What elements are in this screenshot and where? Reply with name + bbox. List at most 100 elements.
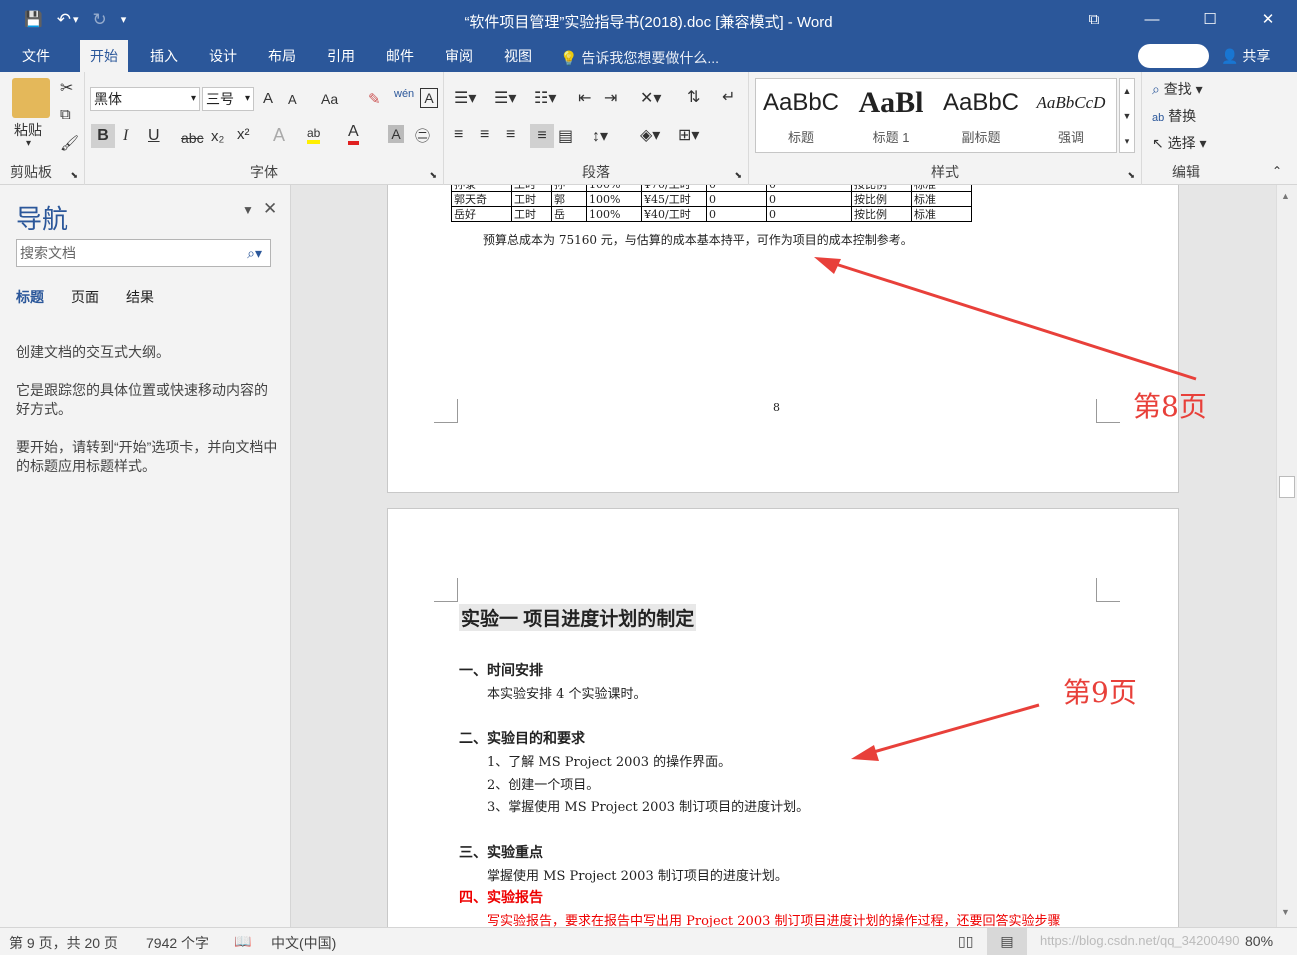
- account-button[interactable]: [1138, 44, 1209, 68]
- scroll-up-icon[interactable]: ▲: [1281, 191, 1290, 201]
- clipboard-launcher-icon[interactable]: ⬊: [70, 170, 78, 181]
- strikethrough-button[interactable]: abc: [181, 130, 204, 146]
- nav-search-input[interactable]: 搜索文档 ⌕▾: [16, 239, 271, 267]
- character-shading-icon[interactable]: A: [388, 125, 404, 143]
- align-right-icon[interactable]: ≡: [506, 126, 515, 144]
- proofing-icon[interactable]: 📖: [234, 933, 251, 950]
- style-subtitle[interactable]: AaBbC 副标题: [936, 79, 1026, 154]
- tab-review[interactable]: 审阅: [435, 40, 483, 72]
- cut-icon[interactable]: ✂: [60, 78, 73, 98]
- font-size-value: 三号: [206, 91, 234, 107]
- distributed-icon[interactable]: ▤: [558, 126, 573, 146]
- change-case-button[interactable]: Aa: [321, 91, 338, 107]
- show-formatting-icon[interactable]: ↵: [722, 87, 735, 107]
- maximize-icon[interactable]: ☐: [1181, 0, 1239, 40]
- italic-button[interactable]: I: [123, 127, 128, 145]
- justify-icon[interactable]: ≡: [530, 124, 554, 148]
- tab-home[interactable]: 开始: [80, 40, 128, 73]
- sort-icon[interactable]: ⇅: [687, 87, 700, 107]
- decrease-indent-icon[interactable]: ⇤: [578, 88, 591, 108]
- save-icon[interactable]: 💾: [24, 9, 43, 31]
- tab-view[interactable]: 视图: [494, 40, 542, 72]
- tab-references[interactable]: 引用: [317, 40, 365, 72]
- line-spacing-icon[interactable]: ↕▾: [592, 126, 608, 146]
- close-icon[interactable]: ✕: [1239, 0, 1297, 40]
- paste-icon[interactable]: [12, 78, 50, 118]
- read-mode-icon[interactable]: ▯▯: [958, 933, 973, 950]
- style-name: 标题 1: [872, 130, 910, 145]
- tell-me-box[interactable]: 💡 告诉我您想要做什么...: [560, 48, 719, 68]
- bullets-icon[interactable]: ☰▾: [454, 88, 476, 108]
- scroll-down-icon[interactable]: ▼: [1281, 907, 1290, 917]
- zoom-level[interactable]: 80%: [1245, 933, 1273, 949]
- search-icon[interactable]: ⌕▾: [247, 240, 262, 266]
- shading-icon[interactable]: ◈▾: [640, 125, 660, 145]
- share-button[interactable]: 👤 共享: [1213, 40, 1278, 72]
- customize-qat-icon[interactable]: ▾: [121, 9, 127, 31]
- styles-gallery: AaBbC 标题 AaBl 标题 1 AaBbC 副标题 AaBbCcD 强调: [755, 78, 1117, 153]
- annotation-page8: 第8页: [1133, 390, 1207, 423]
- multilevel-list-icon[interactable]: ☷▾: [534, 88, 556, 108]
- bold-button[interactable]: B: [91, 124, 115, 148]
- nav-tab-headings[interactable]: 标题: [16, 287, 44, 307]
- tab-mailings[interactable]: 邮件: [376, 40, 424, 72]
- subscript-button[interactable]: x₂: [211, 128, 224, 145]
- styles-launcher-icon[interactable]: ⬊: [1127, 170, 1135, 181]
- scroll-thumb[interactable]: [1279, 476, 1295, 498]
- undo-dropdown-icon[interactable]: ▾: [73, 9, 79, 31]
- tab-layout[interactable]: 布局: [258, 40, 306, 72]
- style-heading-1[interactable]: AaBl 标题 1: [846, 79, 936, 154]
- select-button[interactable]: ↖ 选择 ▾: [1152, 133, 1207, 153]
- style-title[interactable]: AaBbC 标题: [756, 79, 846, 154]
- font-launcher-icon[interactable]: ⬊: [429, 170, 437, 181]
- clipboard-group: 粘贴 ▾ ✂ ⧉ 🖌 剪贴板 ⬊: [0, 72, 85, 185]
- document-area[interactable]: 孙录工时孙100%¥70/工时00按比例标准郭天奇工时郭100%¥45/工时00…: [291, 185, 1276, 927]
- language[interactable]: 中文(中国): [271, 933, 336, 953]
- minimize-icon[interactable]: —: [1123, 0, 1181, 40]
- format-painter-icon[interactable]: 🖌: [60, 134, 79, 152]
- underline-button[interactable]: U: [148, 127, 160, 145]
- highlight-button[interactable]: ab: [307, 126, 321, 144]
- annotation-page9: 第9页: [1063, 676, 1137, 709]
- clear-formatting-icon[interactable]: ✎: [368, 90, 381, 108]
- paragraph-launcher-icon[interactable]: ⬊: [734, 170, 742, 181]
- font-name-select[interactable]: 黑体 ▾: [90, 87, 200, 111]
- nav-options-icon[interactable]: ▼: [242, 203, 254, 217]
- redo-icon[interactable]: ↻: [92, 9, 106, 31]
- nav-tab-pages[interactable]: 页面: [71, 287, 99, 307]
- vertical-scrollbar[interactable]: ▲ ▼: [1276, 185, 1297, 927]
- shrink-font-button[interactable]: A: [288, 92, 297, 107]
- numbering-icon[interactable]: ☰▾: [494, 88, 516, 108]
- collapse-ribbon-icon[interactable]: ⌃: [1272, 164, 1282, 178]
- print-layout-icon[interactable]: ▤: [987, 928, 1027, 955]
- align-left-icon[interactable]: ≡: [454, 126, 463, 144]
- paste-dropdown-icon[interactable]: ▾: [26, 138, 31, 149]
- font-color-button[interactable]: A: [348, 123, 359, 145]
- enclose-characters-button[interactable]: A: [420, 88, 438, 108]
- superscript-button[interactable]: x²: [237, 126, 250, 143]
- text-effects-icon[interactable]: A: [273, 125, 285, 146]
- page-count[interactable]: 第 9 页，共 20 页: [9, 933, 118, 953]
- ribbon-display-options-icon[interactable]: ⧉: [1065, 0, 1123, 40]
- nav-close-icon[interactable]: ✕: [263, 199, 277, 219]
- grow-font-button[interactable]: A: [263, 90, 273, 107]
- styles-scroll-icon[interactable]: ▲ ▼ ▾: [1119, 78, 1135, 153]
- align-center-icon[interactable]: ≡: [480, 126, 489, 144]
- enclosed-character-icon[interactable]: ㊁: [415, 125, 430, 146]
- replace-button[interactable]: ab 替换: [1152, 106, 1196, 126]
- font-size-select[interactable]: 三号 ▾: [202, 87, 254, 111]
- tab-design[interactable]: 设计: [199, 40, 247, 72]
- find-button[interactable]: ⌕ 查找 ▾: [1152, 79, 1203, 99]
- undo-icon[interactable]: ↶: [57, 9, 71, 31]
- increase-indent-icon[interactable]: ⇥: [604, 88, 617, 108]
- tab-file[interactable]: 文件: [12, 40, 60, 72]
- style-emphasis[interactable]: AaBbCcD 强调: [1026, 79, 1116, 154]
- borders-icon[interactable]: ⊞▾: [678, 125, 699, 145]
- paste-label[interactable]: 粘贴: [14, 120, 42, 140]
- nav-tab-results[interactable]: 结果: [126, 287, 154, 307]
- phonetic-guide-icon[interactable]: wén: [394, 88, 414, 100]
- word-count[interactable]: 7942 个字: [146, 933, 209, 953]
- tab-insert[interactable]: 插入: [140, 40, 188, 72]
- copy-icon[interactable]: ⧉: [60, 106, 71, 123]
- chinese-layout-icon[interactable]: ✕▾: [640, 88, 661, 108]
